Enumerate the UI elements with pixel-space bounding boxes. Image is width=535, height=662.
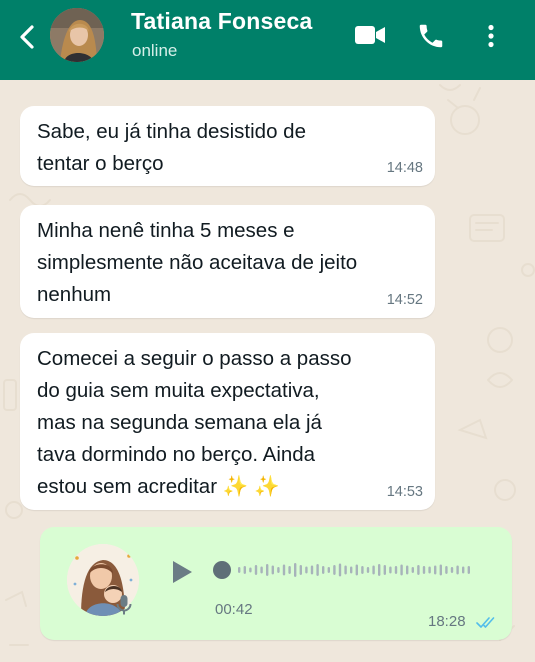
waveform-bar [406,565,409,575]
more-options-button[interactable] [478,20,504,52]
contact-status: online [132,41,178,60]
waveform-bar [260,566,263,574]
waveform-bar [288,566,291,574]
waveform-bar [322,566,325,574]
waveform-bar [456,565,459,575]
message-line: estou sem acreditar ✨ ✨ [37,475,280,498]
message-time: 14:52 [386,292,423,308]
message-line: Comecei a seguir o passo a passo [37,347,352,370]
avatar-photo [50,8,104,62]
waveform-bar [282,564,286,576]
message-line: Sabe, eu já tinha desistido de [37,120,306,143]
waveform-bar [428,566,431,574]
waveform-bar [439,564,442,576]
back-arrow-icon [20,25,34,49]
back-button[interactable] [12,22,42,52]
message-bubble-incoming[interactable]: Comecei a seguir o passo a passo do guia … [20,333,435,510]
video-call-button[interactable] [353,20,387,50]
waveform-bar [422,566,426,574]
contact-avatar[interactable] [50,8,104,62]
message-bubble-incoming[interactable]: Sabe, eu já tinha desistido de tentar o b… [20,106,435,186]
message-line: tentar o berço [37,152,164,175]
waveform-bar [266,564,269,576]
waveform-bar [400,564,403,576]
play-icon [173,561,192,583]
chat-header: Tatiana Fonseca online [0,0,535,80]
waveform-bar [411,567,414,573]
message-line: simplesmente não aceitava de jeito [37,251,358,274]
video-call-icon [355,26,385,44]
message-text: Sabe, eu já tinha desistido de tentar o b… [37,116,306,180]
playback-scrubber [213,561,231,579]
waveform-bar [344,565,347,575]
waveform-bar [462,566,465,574]
audio-waveform[interactable] [210,555,472,585]
waveform-bar [271,565,274,575]
waveform-bar [243,566,246,574]
waveform-bar [310,565,314,575]
waveform-bar [355,564,358,576]
contact-name[interactable]: Tatiana Fonseca [131,8,313,35]
waveform-bar [366,567,370,573]
waveform-bar [254,565,258,575]
waveform-bar [305,566,308,574]
voice-call-button[interactable] [414,20,448,52]
more-options-icon [488,24,494,48]
waveform-bar [338,563,342,577]
waveform-bar [277,567,280,573]
waveform-bar [467,566,470,574]
waveform-bar [372,565,375,575]
waveform-bar [299,565,302,575]
waveform-bar [389,566,392,574]
phone-call-icon [419,24,443,48]
chat-area[interactable]: Sabe, eu já tinha desistido de tentar o b… [0,80,535,662]
waveform-bar [361,566,364,574]
waveform-bar [417,565,420,575]
read-receipt-ticks-icon [476,617,495,628]
message-time: 14:48 [386,160,423,176]
message-line: mas na segunda semana ela já [37,411,322,434]
microphone-icon [114,593,134,617]
voice-duration: 00:42 [215,601,253,618]
waveform-bar [294,563,297,577]
waveform-bar [378,564,381,576]
waveform-bar [333,565,336,575]
message-line: Minha nenê tinha 5 meses e [37,219,295,242]
waveform-bar [350,566,353,574]
message-text: Comecei a seguir o passo a passo do guia … [37,343,352,503]
message-line: nenhum [37,283,112,306]
message-line: tava dormindo no berço. Ainda [37,443,316,466]
waveform-bar [383,565,386,575]
waveform-bar [434,565,437,575]
play-button[interactable] [168,557,196,587]
waveform-bar [450,567,454,573]
waveform-bar [249,567,252,573]
message-bubble-incoming[interactable]: Minha nenê tinha 5 meses e simplesmente n… [20,205,435,318]
message-text: Minha nenê tinha 5 meses e simplesmente n… [37,215,357,311]
message-time: 14:53 [386,484,423,500]
voice-message-bubble-outgoing[interactable]: 00:42 18:28 [40,527,512,640]
message-line: do guia sem muita expectativa, [37,379,320,402]
waveform-bar [316,564,319,576]
waveform-bar [394,566,398,574]
waveform-bar [238,567,241,573]
message-time: 18:28 [428,613,466,630]
waveform-bar [445,566,448,574]
waveform-bar [327,567,330,573]
